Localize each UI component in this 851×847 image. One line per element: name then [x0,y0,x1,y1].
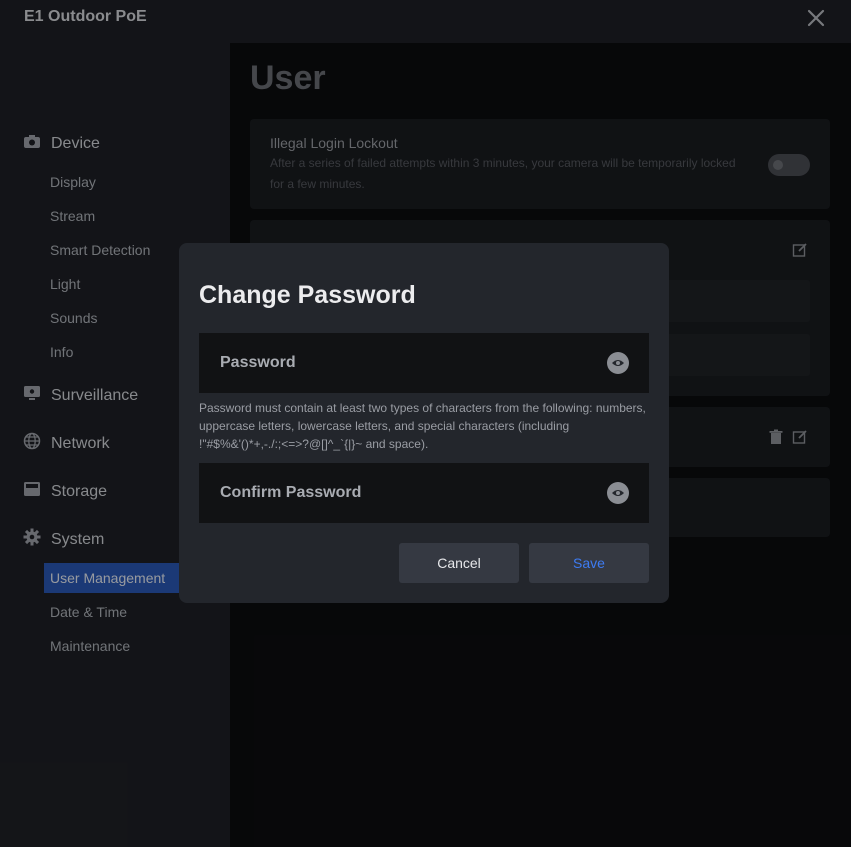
eye-icon[interactable] [607,352,629,374]
confirm-password-field [199,463,649,523]
password-input[interactable] [199,333,649,393]
save-button[interactable]: Save [529,543,649,583]
password-field [199,333,649,393]
dialog-title: Change Password [199,281,416,309]
password-hint: Password must contain at least two types… [199,401,646,451]
confirm-password-input[interactable] [199,463,649,523]
change-password-dialog: Change Password Password must contain at… [179,243,669,603]
eye-icon[interactable] [607,482,629,504]
cancel-button[interactable]: Cancel [399,543,519,583]
